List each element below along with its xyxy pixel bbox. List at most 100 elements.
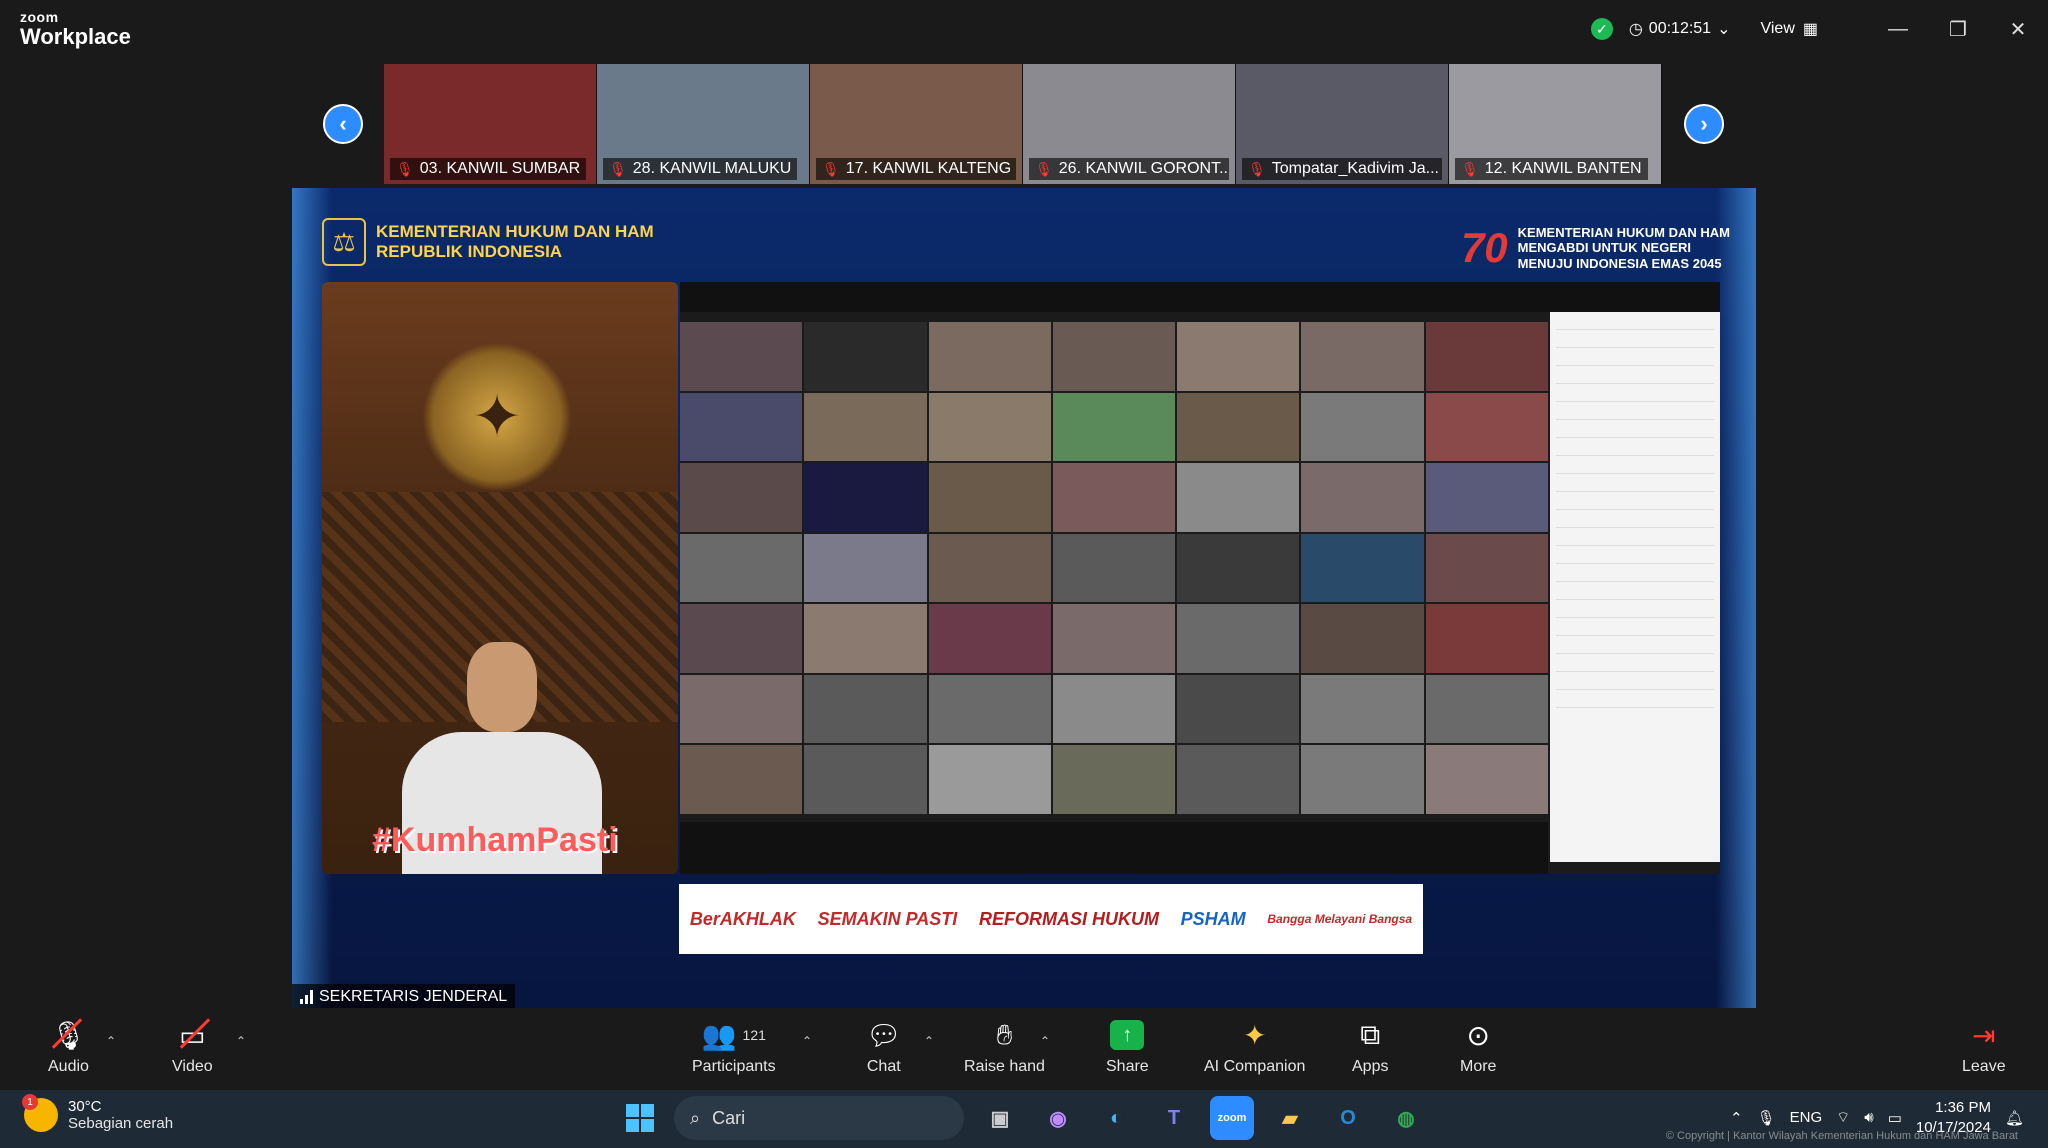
clock-time: 1:36 PM (1935, 1099, 1991, 1116)
previous-page-arrow-icon[interactable]: ‹ (323, 104, 363, 144)
share-button[interactable]: ↑ Share (1106, 1018, 1149, 1076)
volume-icon[interactable]: 🔊︎ (1864, 1109, 1873, 1126)
participants-icon: 👥 121 (701, 1019, 766, 1051)
mic-muted-icon: 🎙︎ (609, 160, 627, 177)
embedded-toolbar (680, 822, 1548, 874)
zoom-logo: zoom Workplace (20, 10, 131, 48)
windows-taskbar: 1 30°C Sebagian cerah ⌕ Cari ▣ ◉ ◐ T zoo… (0, 1090, 2048, 1148)
chat-options-chevron-icon[interactable]: ⌃ (924, 1034, 934, 1048)
view-button[interactable]: View ▦ (1760, 19, 1818, 39)
embedded-titlebar (680, 282, 1720, 312)
teams-icon[interactable]: T (1152, 1096, 1196, 1140)
search-placeholder: Cari (712, 1107, 746, 1128)
weather-sun-icon: 1 (22, 1094, 58, 1132)
share-screen-icon: ↑ (1110, 1020, 1145, 1050)
speaker-video-feed: ✦ #KumhamPasti (322, 282, 678, 874)
weather-widget[interactable]: 1 30°C Sebagian cerah (22, 1094, 174, 1132)
brand-bottom: Workplace (20, 24, 131, 49)
speaker-name: SEKRETARIS JENDERAL (319, 988, 508, 1005)
task-view-icon[interactable]: ▣ (978, 1096, 1022, 1140)
anniversary-line2: MENGABDI UNTUK NEGERI (1517, 240, 1692, 256)
close-button[interactable]: ✕ (1988, 17, 2048, 42)
tray-microphone-icon[interactable]: 🎙︎ (1757, 1109, 1776, 1127)
search-icon: ⌕ (690, 1107, 701, 1128)
zoom-taskbar-icon[interactable]: zoom (1210, 1096, 1254, 1140)
anniversary-header: 70 KEMENTERIAN HUKUM DAN HAM MENGABDI UN… (1461, 224, 1730, 272)
apps-button[interactable]: ⧉ Apps (1352, 1018, 1388, 1076)
start-windows-icon[interactable] (620, 1098, 660, 1138)
clock-icon: ◷ (1628, 21, 1643, 38)
language-indicator[interactable]: ENG (1790, 1109, 1823, 1126)
audio-button[interactable]: 🎙︎ Audio (48, 1018, 89, 1076)
logo-berakhlak: BerAKHLAK (689, 908, 796, 929)
video-tile[interactable]: 🎙︎ 26. KANWIL GORONT... (1023, 64, 1236, 184)
minimize-button[interactable]: — (1868, 18, 1928, 41)
apps-icon: ⧉ (1360, 1018, 1381, 1050)
video-tile[interactable]: 🎙︎ 12. KANWIL BANTEN (1449, 64, 1662, 184)
sparkle-icon: ✦ (1242, 1019, 1267, 1051)
more-dots-icon: ⊙ (1466, 1019, 1490, 1051)
program-logos-banner: BerAKHLAK SEMAKIN PASTI REFORMASI HUKUM … (679, 884, 1423, 954)
reactions-chevron-icon[interactable]: ⌃ (1040, 1034, 1050, 1048)
logo-bangga-melayani: Bangga Melayani Bangsa (1267, 912, 1413, 926)
edge-browser-icon[interactable]: ◐ (1094, 1096, 1138, 1140)
logo-semakin-pasti: SEMAKIN PASTI (817, 908, 958, 929)
mic-muted-icon: 🎙︎ (1035, 160, 1053, 177)
file-explorer-icon[interactable]: ▰ (1268, 1096, 1312, 1140)
chevron-down-icon: ⌄ (1717, 21, 1731, 38)
outlook-icon[interactable]: O (1326, 1096, 1370, 1140)
anniversary-line3: MENUJU INDONESIA EMAS 2045 (1517, 255, 1722, 271)
brand-top: zoom (20, 9, 59, 25)
notification-badge: 1 (22, 1094, 38, 1110)
embedded-gallery-grid (680, 322, 1548, 814)
chat-button[interactable]: 💬︎ Chat (866, 1018, 902, 1076)
active-speaker-video: ⚖ KEMENTERIAN HUKUM DAN HAM REPUBLIK IND… (292, 188, 1756, 1008)
video-tile[interactable]: 🎙︎ 28. KANWIL MALUKU (597, 64, 810, 184)
anniversary-line1: KEMENTERIAN HUKUM DAN HAM (1517, 224, 1730, 240)
video-thumbnail-strip: 🎙︎ 03. KANWIL SUMBAR 🎙︎ 28. KANWIL MALUKU … (384, 64, 1664, 184)
participants-button[interactable]: 👥 121 Participants (692, 1018, 776, 1076)
wifi-icon[interactable]: ⌔ (1836, 1108, 1850, 1127)
mic-muted-icon: 🎙︎ (1248, 160, 1266, 177)
tile-label: 🎙︎ 26. KANWIL GORONT... (1029, 158, 1229, 180)
timer-text: 00:12:51 (1648, 20, 1712, 37)
weather-desc: Sebagian cerah (68, 1115, 174, 1132)
more-button[interactable]: ⊙ More (1460, 1018, 1496, 1076)
tile-label: 🎙︎ 03. KANWIL SUMBAR (390, 158, 587, 180)
video-button[interactable]: ▭ Video (172, 1018, 213, 1076)
grid-icon: ▦ (1802, 21, 1818, 38)
chat-bubble-icon: 💬︎ (866, 1019, 902, 1051)
embedded-participants-panel (1550, 312, 1720, 862)
encryption-shield-icon[interactable]: ✓ (1590, 18, 1613, 40)
video-tile[interactable]: 🎙︎ Tompatar_Kadivim Ja... (1236, 64, 1449, 184)
raise-hand-button[interactable]: ✋︎ Raise hand (964, 1018, 1045, 1076)
next-page-arrow-icon[interactable]: › (1684, 104, 1724, 144)
video-tile[interactable]: 🎙︎ 03. KANWIL SUMBAR (384, 64, 597, 184)
tile-label: 🎙︎ 28. KANWIL MALUKU (603, 158, 798, 180)
tile-label: 🎙︎ 12. KANWIL BANTEN (1455, 158, 1648, 180)
video-tile[interactable]: 🎙︎ 17. KANWIL KALTENG (810, 64, 1023, 184)
microphone-muted-icon: 🎙︎ (50, 1018, 87, 1051)
meeting-toolbar: 🎙︎ Audio ⌃ ▭ Video ⌃ 👥121 Participants ⌃… (0, 1008, 2048, 1090)
participants-count: 121 (742, 1027, 766, 1043)
mic-muted-icon: 🎙︎ (396, 160, 414, 177)
chrome-icon[interactable]: ◍ (1384, 1096, 1428, 1140)
mic-muted-icon: 🎙︎ (822, 160, 840, 177)
participants-options-chevron-icon[interactable]: ⌃ (802, 1034, 812, 1048)
battery-icon[interactable]: ▭ (1888, 1109, 1902, 1127)
ai-companion-button[interactable]: ✦ AI Companion (1204, 1018, 1305, 1076)
restore-button[interactable]: ❐ (1928, 17, 1988, 42)
meeting-timer[interactable]: ◷ 00:12:51 ⌄ (1629, 19, 1731, 39)
video-options-chevron-icon[interactable]: ⌃ (236, 1034, 246, 1048)
ministry-header: ⚖ KEMENTERIAN HUKUM DAN HAM REPUBLIK IND… (322, 218, 654, 266)
tray-overflow-chevron-icon[interactable]: ⌃ (1730, 1109, 1743, 1127)
leave-button[interactable]: ⇥ Leave (1962, 1018, 2006, 1076)
copilot-icon[interactable]: ◉ (1036, 1096, 1080, 1140)
glow-right (1716, 188, 1756, 1008)
logo-reformasi-hukum: REFORMASI HUKUM (978, 908, 1159, 929)
taskbar-search[interactable]: ⌕ Cari (674, 1096, 964, 1140)
audio-options-chevron-icon[interactable]: ⌃ (106, 1034, 116, 1048)
notifications-icon[interactable]: 🔔︎ (2005, 1109, 2024, 1127)
title-bar: zoom Workplace ✓ ◷ 00:12:51 ⌄ View ▦ — ❐… (0, 0, 2048, 58)
camera-off-icon: ▭ (179, 1018, 211, 1052)
